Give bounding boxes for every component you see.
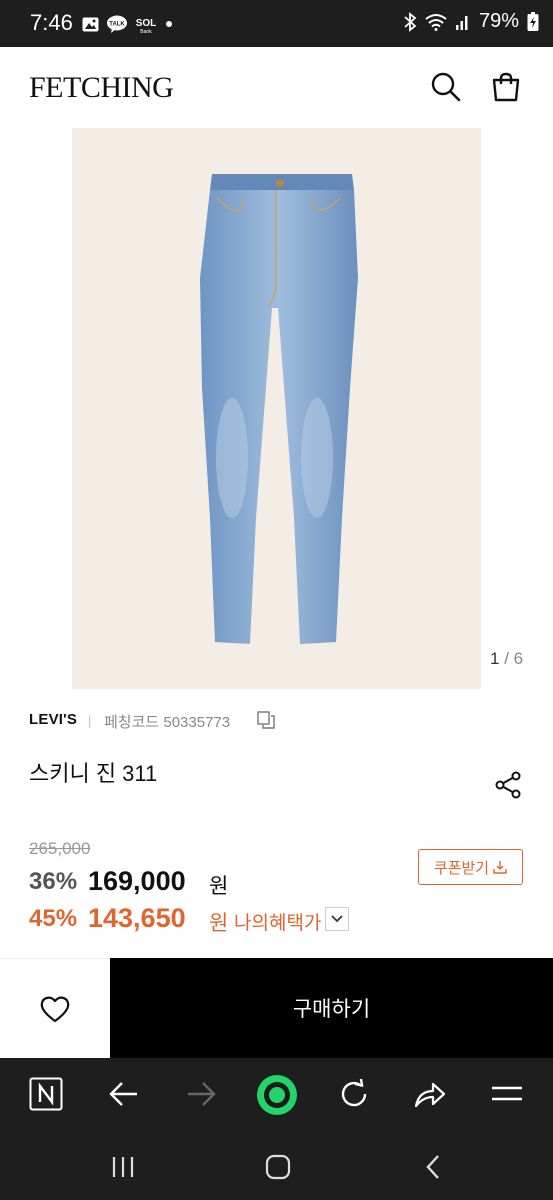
gallery-counter: 1 / 6 <box>490 649 523 669</box>
fetching-code: 페칭코드 50335773 <box>104 714 231 731</box>
dot-icon <box>165 20 173 28</box>
green-dot-home-icon[interactable] <box>256 1074 298 1116</box>
coupon-download-button[interactable]: 쿠폰받기 <box>418 849 523 885</box>
svg-text:TALK: TALK <box>109 22 125 28</box>
share-arrow-icon[interactable] <box>413 1077 447 1111</box>
svg-text:Bank: Bank <box>140 29 152 34</box>
brand-separator: | <box>88 713 92 728</box>
gallery-total: 6 <box>513 649 524 668</box>
purchase-action-bar: 구매하기 <box>0 958 553 1058</box>
bluetooth-icon <box>403 11 417 32</box>
search-icon[interactable] <box>430 71 462 103</box>
back-icon[interactable] <box>421 1154 447 1180</box>
copy-icon[interactable] <box>257 711 275 729</box>
coupon-label: 쿠폰받기 <box>433 859 490 877</box>
gallery-icon <box>82 17 99 32</box>
back-arrow-icon[interactable] <box>108 1077 140 1111</box>
sale-price: 169,000 <box>88 866 186 896</box>
fetching-logo[interactable]: FETCHING <box>29 71 174 105</box>
product-image[interactable] <box>72 128 481 689</box>
download-icon <box>493 860 507 874</box>
chevron-down-icon <box>331 915 343 923</box>
refresh-icon[interactable] <box>337 1077 371 1111</box>
battery-text: 79% <box>478 10 519 32</box>
menu-icon[interactable] <box>490 1077 524 1111</box>
my-discount-rate: 45% <box>29 905 78 932</box>
discount-rate: 36% <box>29 868 78 895</box>
sale-price-currency: 원 <box>209 875 229 898</box>
wishlist-button[interactable] <box>0 958 110 1058</box>
product-title: 스키니 진 311 <box>29 761 158 786</box>
signal-icon <box>455 13 471 31</box>
sol-bank-icon: SOL Bank <box>135 14 157 34</box>
kakaotalk-icon: TALK <box>107 15 127 33</box>
heart-icon <box>40 995 70 1023</box>
home-icon[interactable] <box>265 1154 291 1180</box>
jeans-illustration <box>200 174 358 644</box>
original-price: 265,000 <box>29 839 91 858</box>
gallery-separator: / <box>499 649 514 668</box>
svg-text:SOL: SOL <box>136 18 157 29</box>
shopping-bag-icon[interactable] <box>490 71 522 103</box>
status-time: 7:46 <box>30 10 73 35</box>
brand-name[interactable]: LEVI'S <box>29 711 77 728</box>
my-price-currency: 원 <box>209 912 229 935</box>
battery-icon <box>527 11 539 32</box>
share-icon[interactable] <box>494 770 524 800</box>
recent-apps-icon[interactable] <box>110 1154 136 1180</box>
status-bar: 7:46 TALK SOL Bank 79% <box>0 0 553 47</box>
my-benefit-label: 나의혜택가 <box>234 913 322 934</box>
buy-button[interactable]: 구매하기 <box>110 958 553 1058</box>
app-header: FETCHING <box>0 47 553 127</box>
system-nav-bar <box>0 1134 553 1200</box>
benefit-expand-button[interactable] <box>325 907 349 931</box>
my-benefit-price: 143,650 <box>88 903 186 933</box>
wifi-icon <box>425 13 447 31</box>
naver-n-icon[interactable] <box>29 1077 63 1111</box>
browser-toolbar <box>0 1058 553 1134</box>
forward-arrow-icon[interactable] <box>185 1077 217 1111</box>
